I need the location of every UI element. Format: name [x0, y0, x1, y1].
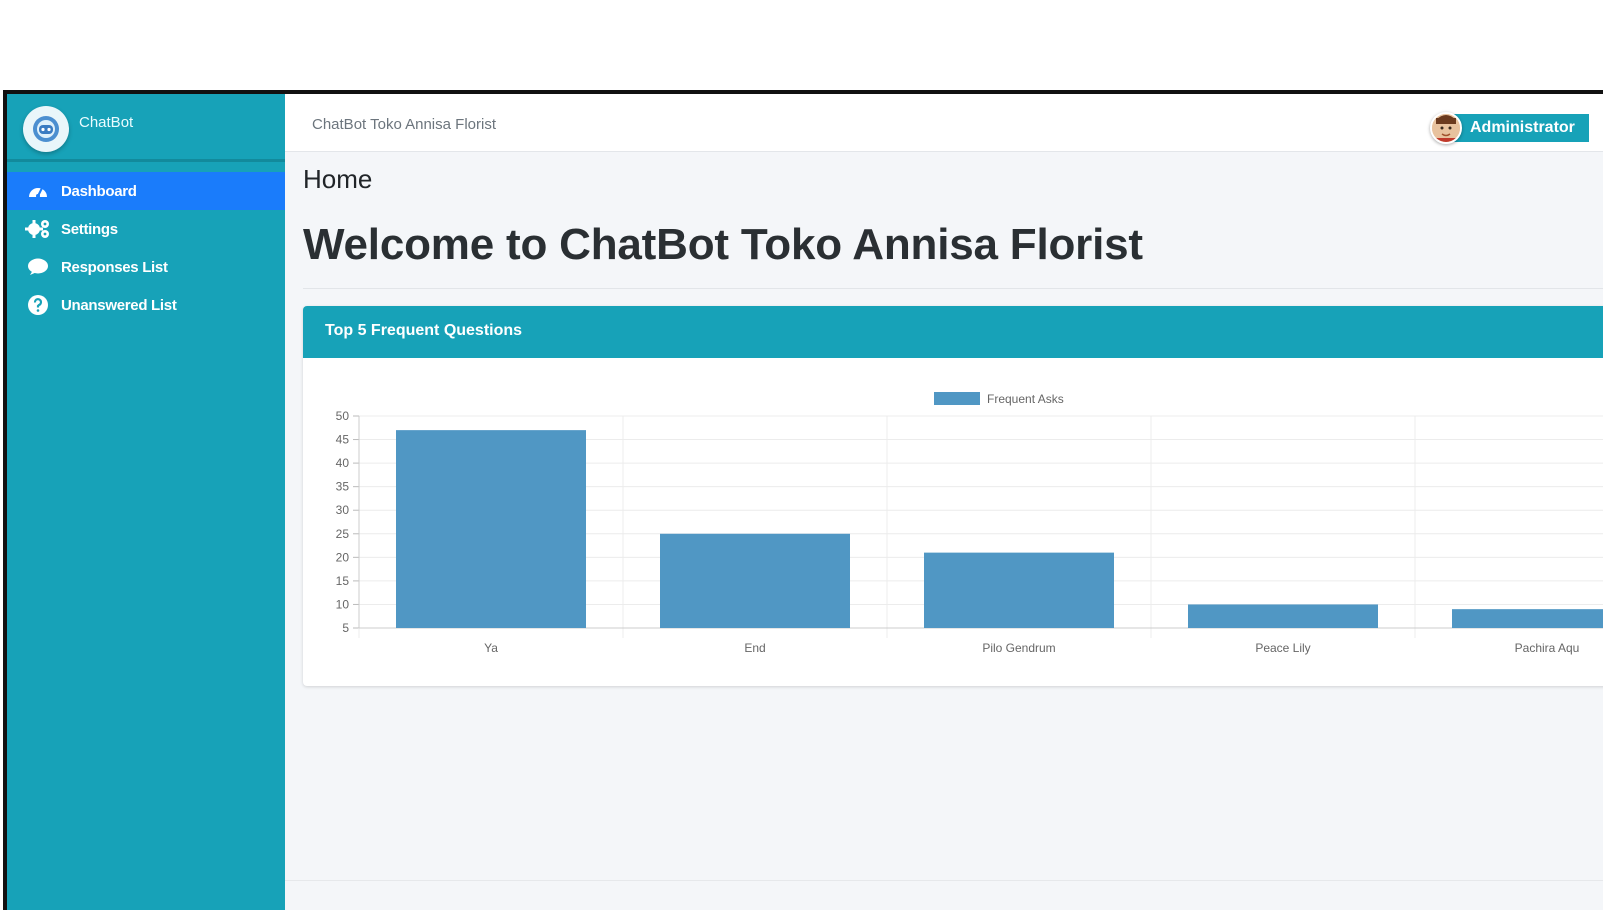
- divider: [303, 288, 1603, 289]
- card-title: Top 5 Frequent Questions: [303, 306, 1603, 358]
- topbar: ChatBot Toko Annisa Florist Administrato…: [285, 94, 1603, 152]
- frequent-questions-chart: 5 10 15 20 25 30 35 40 45 50 Ya End Pilo Gendrum Peac…: [336, 392, 1603, 655]
- x-tick-label: Pachira Aqu: [1515, 641, 1580, 655]
- x-tick-label: Pilo Gendrum: [982, 641, 1055, 655]
- legend-swatch: [934, 392, 980, 405]
- sidebar-item-label: Unanswered List: [61, 296, 177, 314]
- avatar: [1430, 112, 1462, 144]
- breadcrumb: Home: [303, 164, 373, 194]
- y-tick-label: 40: [336, 456, 350, 470]
- y-tick-label: 10: [336, 597, 350, 611]
- y-tick-label: 20: [336, 550, 350, 564]
- x-tick-label: Peace Lily: [1255, 641, 1310, 655]
- bar: [1452, 609, 1603, 628]
- app-window: ChatBot Dashboard Settings Responses Lis…: [3, 90, 1603, 910]
- y-tick-label: 35: [336, 480, 350, 494]
- main-content: ChatBot Toko Annisa Florist Administrato…: [285, 94, 1603, 910]
- y-tick-label: 5: [342, 621, 349, 635]
- bar: [396, 430, 586, 628]
- sidebar-item-settings[interactable]: Settings: [7, 210, 285, 248]
- user-menu[interactable]: Administrator: [1430, 111, 1589, 145]
- legend-label: Frequent Asks: [987, 392, 1064, 406]
- sidebar-item-responses-list[interactable]: Responses List: [7, 248, 285, 286]
- x-tick-label: Ya: [484, 641, 498, 655]
- brand[interactable]: ChatBot: [7, 94, 285, 162]
- sidebar-item-label: Responses List: [61, 258, 168, 276]
- comment-icon: [25, 256, 51, 278]
- question-circle-icon: [25, 294, 51, 316]
- y-tick-label: 50: [336, 409, 350, 423]
- y-tick-label: 25: [336, 527, 350, 541]
- frequent-questions-card: Top 5 Frequent Questions 5 10 15 20 25 30 35 40…: [303, 306, 1603, 686]
- sidebar-item-unanswered-list[interactable]: Unanswered List: [7, 286, 285, 324]
- x-tick-label: End: [744, 641, 765, 655]
- divider: [285, 880, 1603, 881]
- bar: [924, 552, 1114, 628]
- y-tick-label: 30: [336, 503, 350, 517]
- y-tick-label: 45: [336, 433, 350, 447]
- chatbot-logo-icon: [23, 106, 69, 152]
- gears-icon: [25, 218, 51, 240]
- sidebar-item-dashboard[interactable]: Dashboard: [7, 172, 285, 210]
- dashboard-icon: [25, 180, 51, 202]
- bar: [1188, 604, 1378, 628]
- y-tick-label: 15: [336, 574, 350, 588]
- topbar-title: ChatBot Toko Annisa Florist: [312, 116, 496, 133]
- brand-name: ChatBot: [79, 114, 134, 131]
- sidebar: ChatBot Dashboard Settings Responses Lis…: [7, 94, 285, 910]
- sidebar-item-label: Dashboard: [61, 182, 137, 200]
- sidebar-item-label: Settings: [61, 220, 118, 238]
- page-title: Welcome to ChatBot Toko Annisa Florist: [303, 220, 1143, 269]
- bar: [660, 533, 850, 628]
- user-name: Administrator: [1448, 114, 1589, 142]
- sidebar-nav: Dashboard Settings Responses List Unansw…: [7, 172, 285, 324]
